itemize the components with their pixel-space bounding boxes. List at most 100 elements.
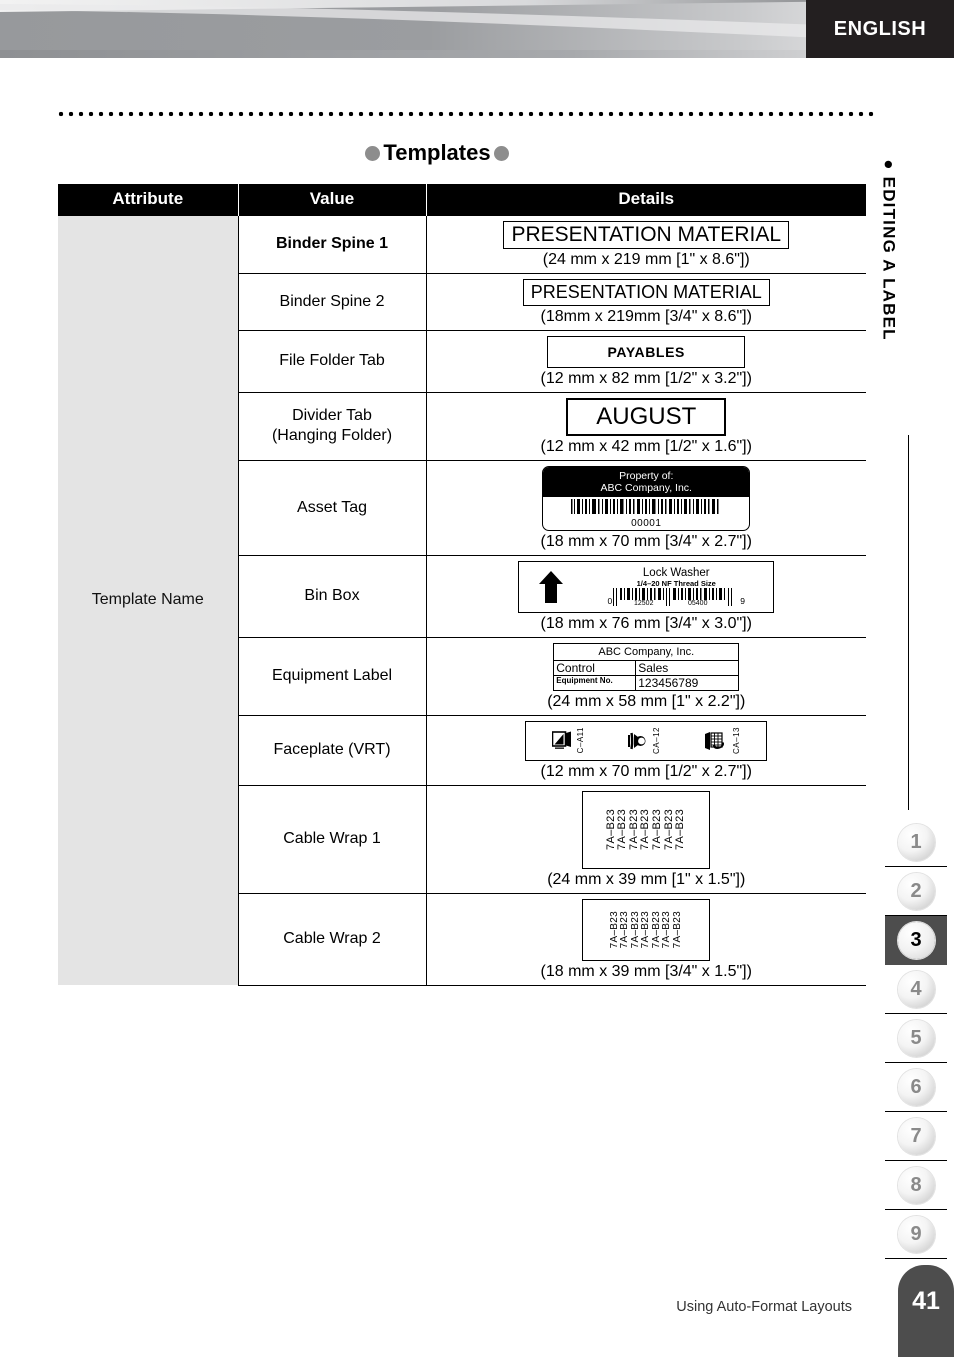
page-banner: ENGLISH <box>0 0 954 66</box>
chapter-tab-4[interactable]: 4 <box>885 965 947 1014</box>
chapter-tab-strip: 1 2 3 4 5 6 7 8 9 <box>885 818 947 1259</box>
dimensions-text: (18mm x 219mm [3/4" x 8.6"]) <box>540 307 752 325</box>
chapter-tab-6[interactable]: 6 <box>885 1063 947 1112</box>
bin-box-line-1: Lock Washer <box>642 567 710 580</box>
details-cell-cable-wrap-1: 7A–B23 7A–B23 7A–B23 7A–B23 7A–B23 7A–B2… <box>426 784 866 894</box>
details-cell-equipment-label: ABC Company, Inc. Control Sales Equipmen… <box>426 636 866 716</box>
dimensions-text: (24 mm x 219 mm [1" x 8.6"]) <box>542 250 750 268</box>
details-cell-binder-spine-1: PRESENTATION MATERIAL (24 mm x 219 mm [1… <box>426 214 866 273</box>
details-cell-binder-spine-2: PRESENTATION MATERIAL (18mm x 219mm [3/4… <box>426 272 866 330</box>
table-header-row: Attribute Value Details <box>58 184 866 215</box>
chapter-tab-3[interactable]: 3 <box>885 916 947 965</box>
bullet-right-icon <box>493 145 509 161</box>
asset-tag-line-2: ABC Company, Inc. <box>600 481 692 494</box>
telephone-icon <box>704 731 724 750</box>
value-cell-bin-box: Bin Box <box>238 554 427 638</box>
svg-text:12502: 12502 <box>634 600 654 606</box>
value-cell-faceplate-vrt: Faceplate (VRT) <box>238 714 427 786</box>
ean-digit-right: 9 <box>740 596 745 607</box>
chapter-tab-5[interactable]: 5 <box>885 1014 947 1063</box>
page-title-text: Templates <box>383 140 491 165</box>
value-cell-cable-wrap-1: Cable Wrap 1 <box>238 784 427 894</box>
details-cell-asset-tag: Property of: ABC Company, Inc. 00001 (18… <box>426 459 866 556</box>
language-badge: ENGLISH <box>806 0 954 58</box>
chapter-tab-2-number: 2 <box>897 872 935 910</box>
asset-tag-number: 00001 <box>628 517 665 529</box>
equipment-label-preview: ABC Company, Inc. Control Sales Equipmen… <box>553 642 740 691</box>
bin-box-preview: Lock Washer 1/4–20 NF Thread Size 0 1250… <box>518 560 775 613</box>
bin-box-barcode-area: 0 12502 05400 9 <box>583 588 769 607</box>
dimensions-text: (18 mm x 39 mm [3/4" x 1.5"]) <box>540 962 752 980</box>
equipment-row-1: Control Sales <box>554 660 739 676</box>
faceplate-code-3: CA–13 <box>731 727 741 755</box>
details-cell-divider-tab: AUGUST (12 mm x 42 mm [1/2" x 1.6"]) <box>426 391 866 460</box>
footer-section-title: Using Auto-Format Layouts <box>676 1299 852 1315</box>
dimensions-text: (24 mm x 58 mm [1" x 2.2"]) <box>547 692 746 710</box>
label-preview-text: AUGUST <box>566 397 727 436</box>
asset-tag-header: Property of: ABC Company, Inc. <box>543 466 750 497</box>
value-cell-asset-tag: Asset Tag <box>238 459 427 556</box>
equipment-cell-equipment-no: Equipment No. <box>554 675 637 690</box>
asset-tag-preview: Property of: ABC Company, Inc. 00001 <box>542 465 751 531</box>
chapter-tab-8-number: 8 <box>897 1166 935 1204</box>
column-header-details: Details <box>426 184 866 215</box>
equipment-cell-control: Control <box>554 660 637 675</box>
equipment-cell-sales: Sales <box>638 660 669 675</box>
chapter-tab-5-number: 5 <box>897 1019 935 1057</box>
language-label: ENGLISH <box>833 17 927 40</box>
label-preview-text: PRESENTATION MATERIAL <box>503 220 790 249</box>
ean-barcode-icon: 12502 05400 <box>613 588 733 607</box>
sample-label-binder-spine-2: PRESENTATION MATERIAL <box>431 278 863 306</box>
sample-label-asset-tag: Property of: ABC Company, Inc. 00001 <box>431 465 863 531</box>
faceplate-item-1: C–A11 <box>551 727 585 754</box>
speaker-icon <box>627 732 646 749</box>
page-number: 41 <box>912 1287 940 1315</box>
faceplate-code-2: CA–12 <box>651 727 661 755</box>
cable-line: 7A–B23 <box>651 809 664 851</box>
chapter-tab-4-number: 4 <box>897 970 935 1008</box>
table-row: Template Name Binder Spine 1 PRESENTATIO… <box>58 214 866 986</box>
barcode-icon <box>571 498 719 514</box>
dimensions-text: (12 mm x 70 mm [1/2" x 2.7"]) <box>540 762 752 780</box>
monitor-icon <box>551 730 571 749</box>
sample-label-binder-spine-1: PRESENTATION MATERIAL <box>431 220 863 249</box>
value-cell-equipment-label: Equipment Label <box>238 636 427 716</box>
chapter-tab-7-number: 7 <box>897 1117 935 1155</box>
column-header-value: Value <box>238 184 427 215</box>
faceplate-item-3: CA–13 <box>704 727 741 754</box>
cable-line: 7A–B23 <box>619 910 630 949</box>
chapter-tab-7[interactable]: 7 <box>885 1112 947 1161</box>
chapter-tab-8[interactable]: 8 <box>885 1161 947 1210</box>
sample-label-file-folder-tab: PAYABLES <box>431 335 863 368</box>
chapter-tab-9-number: 9 <box>897 1215 935 1253</box>
chapter-tab-6-number: 6 <box>897 1068 935 1106</box>
details-cell-file-folder-tab: PAYABLES (12 mm x 82 mm [1/2" x 3.2"]) <box>426 329 866 392</box>
dimensions-text: (18 mm x 70 mm [3/4" x 2.7"]) <box>540 532 752 550</box>
up-arrow-icon <box>519 570 583 604</box>
cable-line: 7A–B23 <box>640 910 651 949</box>
cable-wrap-1-preview: 7A–B23 7A–B23 7A–B23 7A–B23 7A–B23 7A–B2… <box>582 790 711 869</box>
chapter-side-label: ● EDITING A LABEL <box>872 100 906 420</box>
value-cell-binder-spine-2: Binder Spine 2 <box>238 272 427 330</box>
value-line-1: Divider Tab <box>292 407 372 424</box>
label-preview-text: PRESENTATION MATERIAL <box>522 278 770 306</box>
attribute-cell-template-name: Template Name <box>58 214 239 986</box>
bin-box-info: Lock Washer 1/4–20 NF Thread Size 0 1250… <box>583 567 773 607</box>
dimensions-text: (12 mm x 82 mm [1/2" x 3.2"]) <box>540 369 752 387</box>
dimensions-text: (12 mm x 42 mm [1/2" x 1.6"]) <box>540 437 752 455</box>
sample-label-bin-box: Lock Washer 1/4–20 NF Thread Size 0 1250… <box>431 560 863 613</box>
sample-label-faceplate: C–A11 CA–12 CA–13 <box>431 720 863 761</box>
value-cell-file-folder-tab: File Folder Tab <box>238 329 427 392</box>
chapter-tab-2[interactable]: 2 <box>885 867 947 916</box>
bullet-icon: ● <box>880 159 900 171</box>
cable-line: 7A–B23 <box>661 910 672 949</box>
cable-line: 7A–B23 <box>671 910 683 949</box>
details-cell-faceplate-vrt: C–A11 CA–12 CA–13 (12 mm x 70 mm [1/2" x… <box>426 714 866 786</box>
value-line-2: (Hanging Folder) <box>271 427 393 444</box>
templates-table: Attribute Value Details Template Name Bi… <box>58 184 866 986</box>
chapter-tab-1[interactable]: 1 <box>885 818 947 867</box>
bin-box-line-2: 1/4–20 NF Thread Size <box>636 579 716 589</box>
sample-label-divider-tab: AUGUST <box>431 397 863 436</box>
faceplate-item-2: CA–12 <box>627 727 661 755</box>
chapter-tab-9[interactable]: 9 <box>885 1210 947 1259</box>
